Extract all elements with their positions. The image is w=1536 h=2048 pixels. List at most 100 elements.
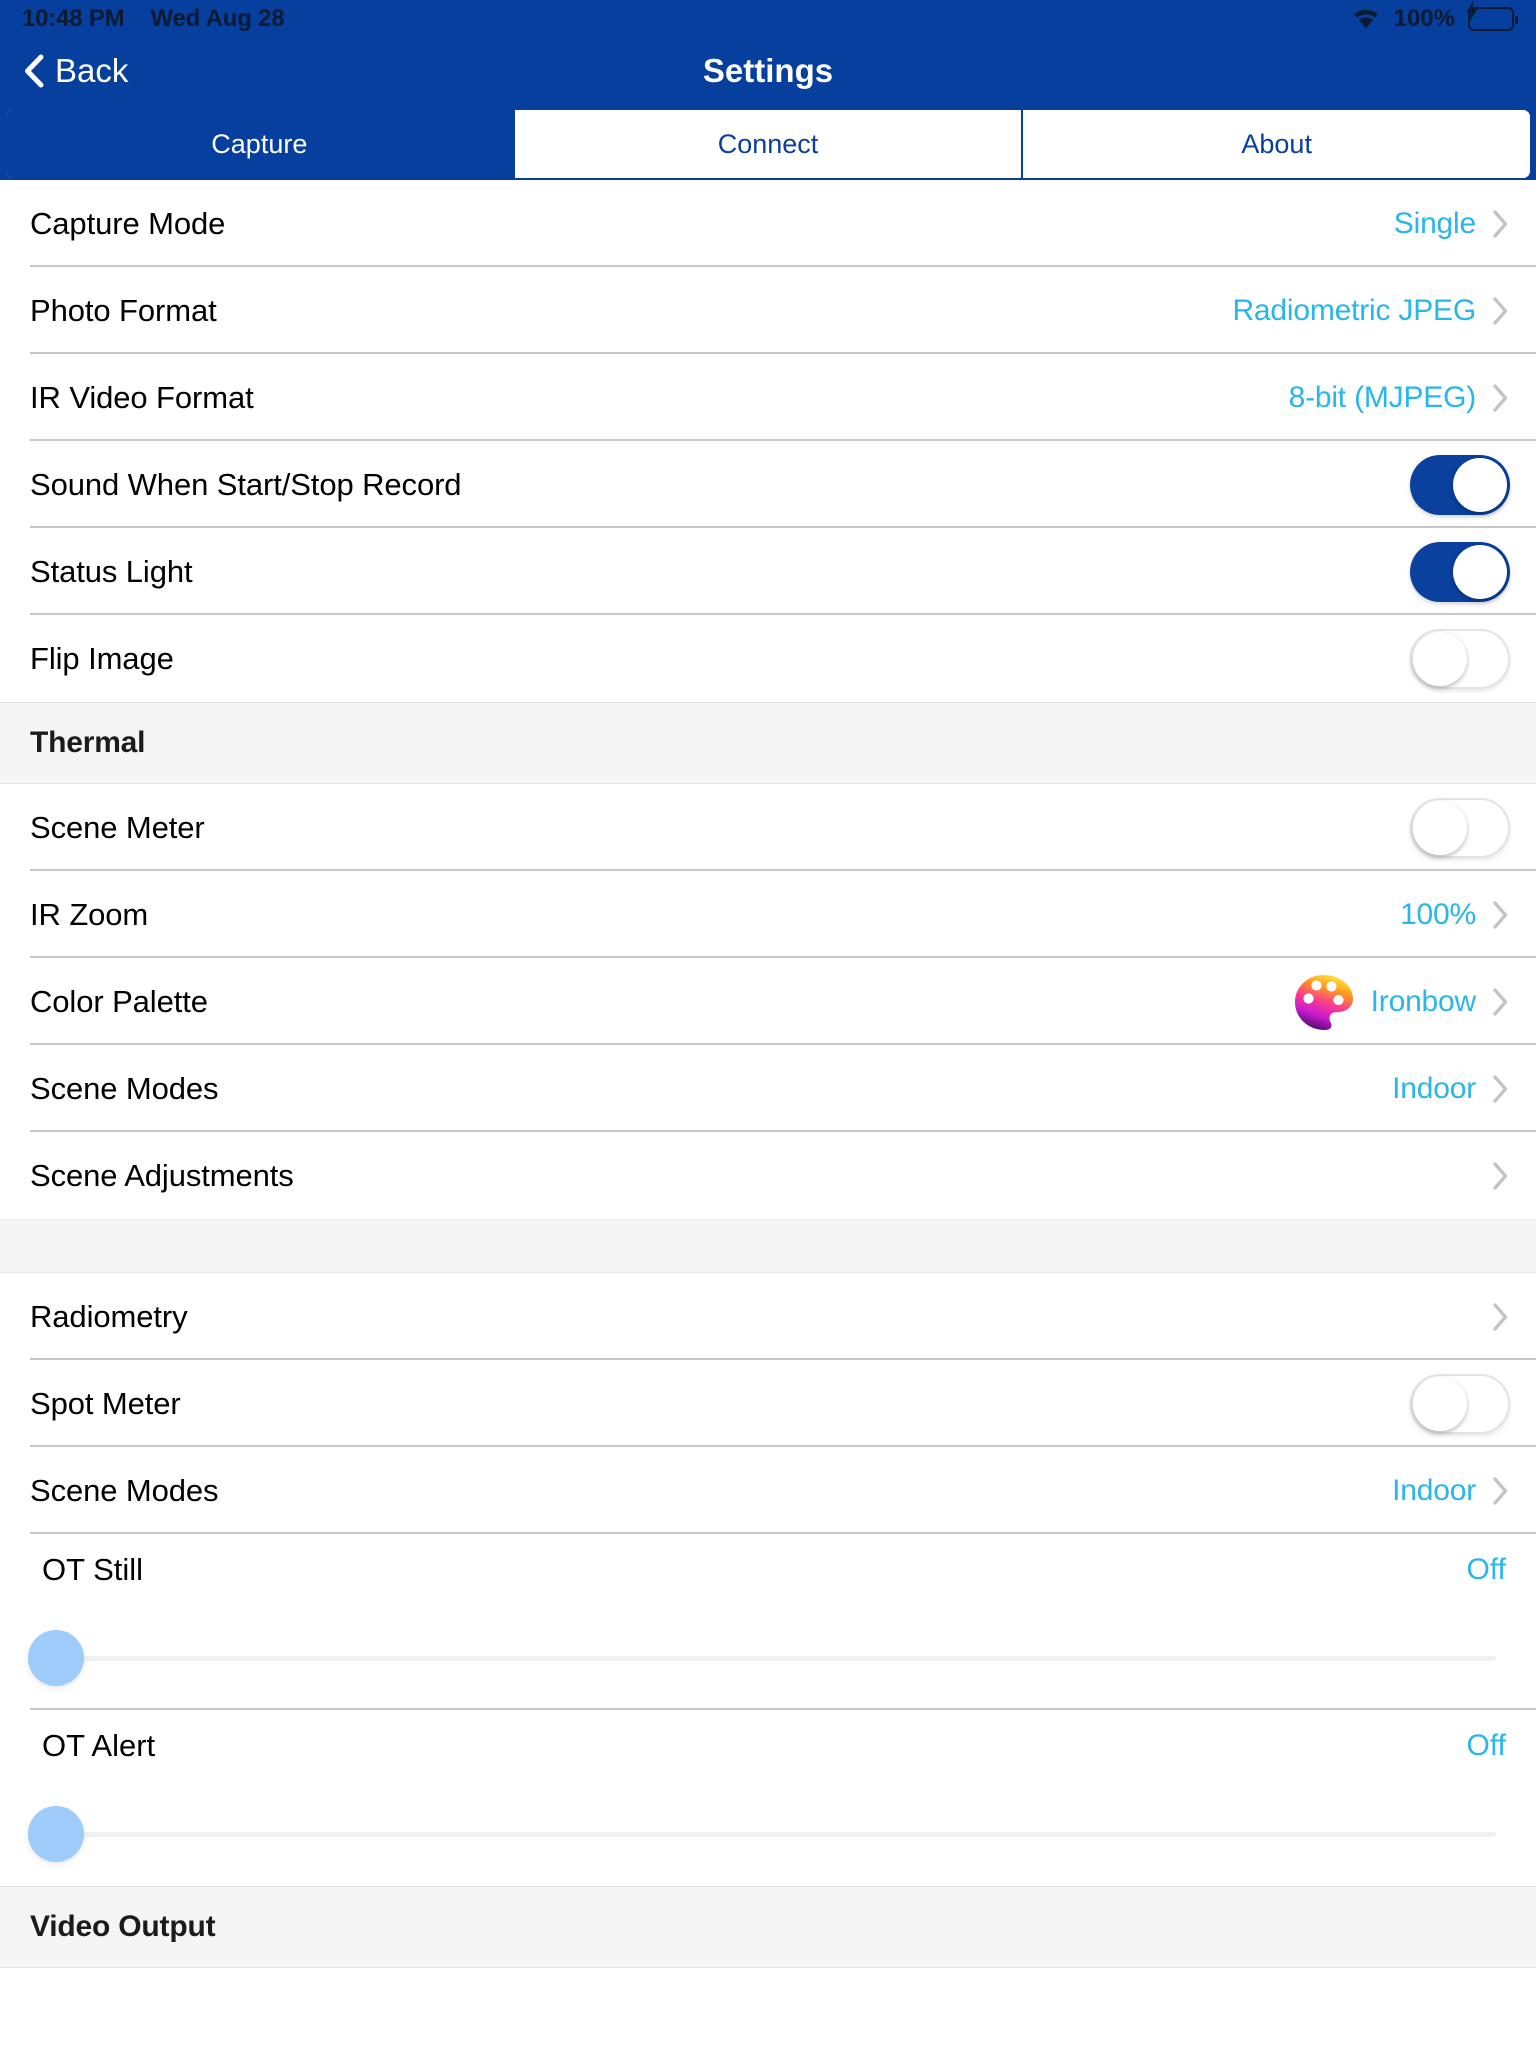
toggle-knob bbox=[1413, 800, 1467, 855]
tab-about[interactable]: About bbox=[1021, 110, 1530, 178]
row-scene-modes-thermal[interactable]: Scene Modes Indoor bbox=[0, 1045, 1536, 1132]
section-header-video-output: Video Output bbox=[0, 1886, 1536, 1968]
slider-thumb[interactable] bbox=[28, 1630, 84, 1686]
page-title: Settings bbox=[702, 51, 834, 89]
status-date: Wed Aug 28 bbox=[150, 4, 285, 32]
chevron-right-icon bbox=[1492, 900, 1510, 930]
chevron-right-icon bbox=[1492, 1476, 1510, 1506]
battery-charging-icon bbox=[1466, 0, 1518, 31]
row-label: Scene Modes bbox=[30, 1070, 219, 1106]
color-palette-icon bbox=[1293, 973, 1355, 1031]
row-spot-meter[interactable]: Spot Meter bbox=[0, 1360, 1536, 1447]
row-sound-when-start-stop-record[interactable]: Sound When Start/Stop Record bbox=[0, 441, 1536, 528]
row-value: Off bbox=[1466, 1729, 1506, 1762]
toggle-knob bbox=[1453, 544, 1507, 599]
toggle-knob bbox=[1413, 1376, 1467, 1431]
row-accessory: 8-bit (MJPEG) bbox=[1289, 381, 1536, 415]
row-label: Capture Mode bbox=[30, 205, 226, 241]
row-flip-image[interactable]: Flip Image bbox=[0, 615, 1536, 702]
segmented-control: Capture Connect About bbox=[4, 108, 1532, 180]
row-scene-modes-radiometry[interactable]: Scene Modes Indoor bbox=[0, 1447, 1536, 1534]
spot-meter-toggle[interactable] bbox=[1410, 1373, 1510, 1434]
row-color-palette[interactable]: Color Palette Ironbow bbox=[0, 958, 1536, 1045]
section-header-label: Video Output bbox=[30, 1910, 216, 1943]
row-label: Scene Adjustments bbox=[30, 1157, 294, 1193]
tab-capture[interactable]: Capture bbox=[6, 110, 513, 178]
scene-meter-toggle[interactable] bbox=[1410, 797, 1510, 858]
chevron-right-icon bbox=[1492, 1161, 1510, 1191]
row-accessory bbox=[1410, 797, 1536, 858]
row-status-light[interactable]: Status Light bbox=[0, 528, 1536, 615]
row-photo-format[interactable]: Photo Format Radiometric JPEG bbox=[0, 267, 1536, 354]
row-accessory bbox=[1410, 454, 1536, 515]
row-label: Sound When Start/Stop Record bbox=[30, 466, 462, 502]
row-accessory bbox=[1410, 628, 1536, 689]
row-label: Spot Meter bbox=[30, 1385, 181, 1421]
row-value: Indoor bbox=[1392, 1071, 1476, 1105]
sound-record-toggle[interactable] bbox=[1410, 454, 1510, 515]
row-accessory bbox=[1410, 541, 1536, 602]
wifi-icon bbox=[1351, 7, 1381, 31]
tab-about-label: About bbox=[1241, 128, 1312, 159]
row-ot-still: OT Still Off bbox=[0, 1534, 1536, 1710]
settings-list: Capture Mode Single Photo Format Radiome… bbox=[0, 180, 1536, 1968]
chevron-right-icon bbox=[1492, 1302, 1510, 1332]
toggle-knob bbox=[1453, 457, 1507, 512]
row-accessory: Ironbow bbox=[1293, 973, 1536, 1031]
ot-alert-header: OT Alert Off bbox=[0, 1710, 1536, 1782]
navigation-bar: Back Settings bbox=[0, 37, 1536, 104]
section-header-label: Thermal bbox=[30, 726, 146, 759]
status-bar-right: 100% bbox=[1351, 0, 1518, 37]
chevron-right-icon bbox=[1492, 987, 1510, 1017]
row-label: Radiometry bbox=[30, 1298, 188, 1334]
row-value: 8-bit (MJPEG) bbox=[1288, 380, 1477, 414]
row-label: Status Light bbox=[30, 553, 193, 589]
row-value: Off bbox=[1466, 1553, 1506, 1586]
status-bar: 10:48 PM Wed Aug 28 100% bbox=[0, 0, 1536, 37]
row-capture-mode[interactable]: Capture Mode Single bbox=[0, 180, 1536, 267]
row-ot-alert: OT Alert Off bbox=[0, 1710, 1536, 1886]
tab-connect-label: Connect bbox=[717, 128, 819, 159]
segmented-control-container: Capture Connect About bbox=[0, 104, 1536, 180]
flip-image-toggle[interactable] bbox=[1410, 628, 1510, 689]
row-ir-zoom[interactable]: IR Zoom 100% bbox=[0, 871, 1536, 958]
back-button[interactable]: Back bbox=[0, 52, 128, 90]
row-ir-video-format[interactable]: IR Video Format 8-bit (MJPEG) bbox=[0, 354, 1536, 441]
row-label: IR Video Format bbox=[30, 379, 254, 415]
section-gap bbox=[0, 1219, 1536, 1273]
row-label: Photo Format bbox=[30, 292, 217, 328]
tab-capture-label: Capture bbox=[211, 128, 308, 159]
row-accessory bbox=[1492, 1161, 1536, 1191]
row-value: Ironbow bbox=[1370, 984, 1477, 1018]
row-label: Scene Meter bbox=[30, 809, 205, 845]
slider-thumb[interactable] bbox=[28, 1806, 84, 1862]
row-label: IR Zoom bbox=[30, 896, 149, 932]
row-accessory: Single bbox=[1394, 207, 1536, 241]
section-header-thermal: Thermal bbox=[0, 702, 1536, 784]
ot-still-slider[interactable] bbox=[0, 1606, 1536, 1710]
row-scene-adjustments[interactable]: Scene Adjustments bbox=[0, 1132, 1536, 1219]
row-label: Color Palette bbox=[30, 983, 208, 1019]
status-light-toggle[interactable] bbox=[1410, 541, 1510, 602]
chevron-left-icon bbox=[22, 54, 44, 88]
row-label: Flip Image bbox=[30, 640, 174, 676]
battery-percent-label: 100% bbox=[1393, 4, 1455, 32]
row-accessory: 100% bbox=[1400, 898, 1536, 932]
row-value: Radiometric JPEG bbox=[1232, 293, 1476, 327]
row-label: OT Alert bbox=[42, 1728, 156, 1763]
row-scene-meter[interactable]: Scene Meter bbox=[0, 784, 1536, 871]
ot-alert-slider[interactable] bbox=[0, 1782, 1536, 1886]
tab-connect[interactable]: Connect bbox=[512, 110, 1022, 178]
row-value: Single bbox=[1393, 206, 1476, 240]
back-button-label: Back bbox=[55, 51, 129, 89]
toggle-knob bbox=[1413, 631, 1467, 686]
row-accessory bbox=[1410, 1373, 1536, 1434]
row-radiometry[interactable]: Radiometry bbox=[0, 1273, 1536, 1360]
chevron-right-icon bbox=[1492, 209, 1510, 239]
chevron-right-icon bbox=[1492, 383, 1510, 413]
ot-still-header: OT Still Off bbox=[0, 1534, 1536, 1606]
row-accessory: Indoor bbox=[1392, 1072, 1536, 1106]
row-accessory bbox=[1492, 1302, 1536, 1332]
chevron-right-icon bbox=[1492, 1074, 1510, 1104]
slider-track bbox=[40, 1656, 1496, 1661]
